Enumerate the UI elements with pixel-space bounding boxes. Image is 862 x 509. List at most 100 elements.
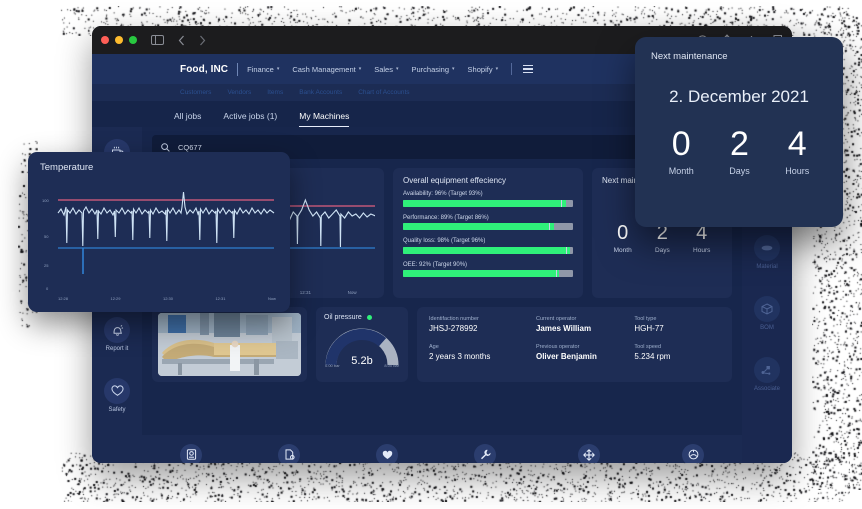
- popup-countdown-month-value: 0: [669, 127, 694, 161]
- nav-item-shopify-label: Shopify: [468, 65, 493, 74]
- oee-quality-loss-label: Quality loss: 98% (Target 96%): [403, 238, 573, 244]
- countdown-days-label: Days: [655, 247, 670, 254]
- register-heart-icon: [376, 444, 398, 464]
- action-request-wrench[interactable]: Request: [474, 444, 496, 464]
- screenshot-root: Food, INC Finance ▾ Cash Management ▾ Sa…: [0, 0, 862, 509]
- temp-xtick-4: Now: [268, 296, 276, 301]
- oee-performance-label: Performance: 89% (Target 86%): [403, 215, 573, 221]
- popup-countdown-hours-value: 4: [785, 127, 809, 161]
- subnav-item-chart-of-accounts[interactable]: Chart of Accounts: [358, 89, 409, 96]
- nav-item-sales[interactable]: Sales ▾: [374, 65, 398, 74]
- oil-pressure-min-label: 0.00 bar: [325, 363, 340, 368]
- machine-info-card: Identifaction number JHSJ-278992 Current…: [417, 307, 732, 382]
- oee-availability-bar: [403, 200, 573, 207]
- action-setup[interactable]: Setup: [682, 444, 704, 464]
- sidebar-item-bom[interactable]: BOM: [754, 296, 780, 331]
- oee-overall-label: OEE: 92% (Target 90%): [403, 262, 573, 268]
- sidebar-item-associate-label: Associate: [754, 386, 780, 392]
- subnav-item-customers[interactable]: Customers: [180, 89, 211, 96]
- oee-card: Overall equipment effeciency Availabilit…: [393, 168, 583, 298]
- associate-icon: [754, 357, 780, 383]
- action-machine[interactable]: Machine: [180, 444, 203, 464]
- popup-countdown: 0 Month 2 Days 4 Hours: [651, 127, 827, 176]
- brand-logo[interactable]: Food, INC: [180, 64, 228, 75]
- setup-icon: [682, 444, 704, 464]
- chevron-down-icon: ▾: [496, 66, 499, 72]
- info-tool-speed-key: Tool speed: [634, 344, 720, 350]
- info-age-key: Age: [429, 344, 536, 350]
- sidebar-icon[interactable]: [151, 35, 164, 45]
- back-icon[interactable]: [178, 35, 185, 46]
- temperature-chart-title: Temperature: [40, 162, 278, 173]
- maximize-window-button[interactable]: [129, 36, 137, 44]
- machine-photo-card[interactable]: [152, 307, 307, 382]
- countdown-month-label: Month: [614, 247, 632, 254]
- nav-divider: [511, 63, 512, 75]
- chevron-down-icon: ▾: [277, 66, 280, 72]
- popup-countdown-hours-label: Hours: [785, 166, 809, 176]
- forward-icon[interactable]: [199, 35, 206, 46]
- tab-my-machines[interactable]: My Machines: [299, 111, 349, 127]
- wrench-icon: [474, 444, 496, 464]
- nav-item-sales-label: Sales: [374, 65, 393, 74]
- ytick-50: 50: [44, 234, 49, 239]
- countdown-month: 0 Month: [614, 223, 632, 254]
- sidebar-item-safety[interactable]: Safety: [104, 378, 130, 413]
- popup-countdown-days: 2 Days: [729, 127, 750, 176]
- hamburger-icon[interactable]: [523, 65, 533, 73]
- info-current-operator-value: James William: [536, 324, 634, 333]
- oee-quality-loss-bar: [403, 247, 573, 254]
- action-bar: Machine Request Register: [142, 435, 742, 463]
- nav-item-cash-management[interactable]: Cash Management ▾: [292, 65, 361, 74]
- info-current-operator-key: Current operator: [536, 316, 634, 322]
- sidebar-item-associate[interactable]: Associate: [754, 357, 780, 392]
- sidebar-item-material-label: Material: [756, 264, 777, 270]
- chart2-xtick-1: Now: [348, 290, 357, 295]
- tab-all-jobs[interactable]: All jobs: [174, 111, 201, 127]
- ytick-100: 100: [42, 198, 49, 203]
- info-tool-type-value: HGH-77: [634, 324, 720, 333]
- oee-overall-bar: [403, 270, 573, 277]
- nav-item-finance[interactable]: Finance ▾: [247, 65, 279, 74]
- popup-countdown-month-label: Month: [669, 166, 694, 176]
- sidebar-item-report-it[interactable]: Report it: [104, 317, 130, 352]
- subnav-item-vendors[interactable]: Vendors: [227, 89, 251, 96]
- info-identification-number-value: JHSJ-278992: [429, 324, 536, 333]
- heart-icon: [104, 378, 130, 404]
- sidebar-item-bom-label: BOM: [760, 325, 774, 331]
- action-troubleshoot[interactable]: Troubleshoot: [572, 444, 607, 464]
- machine-photo: [158, 313, 301, 376]
- status-badge: [367, 315, 372, 320]
- ytick-0: 0: [46, 286, 49, 291]
- troubleshoot-icon: [578, 444, 600, 464]
- brand-divider: [237, 63, 238, 76]
- ytick-25: 25: [44, 263, 49, 268]
- tab-active-jobs[interactable]: Active jobs (1): [223, 111, 277, 127]
- request-doc-icon: [278, 444, 300, 464]
- sidebar-item-material[interactable]: Material: [754, 235, 780, 270]
- box-icon: [754, 296, 780, 322]
- subnav-item-items[interactable]: Items: [267, 89, 283, 96]
- material-icon: [754, 235, 780, 261]
- search-icon: [161, 143, 170, 152]
- oil-pressure-card: Oil pressure 5.2b 0.00 bar 8.00 bar: [316, 307, 408, 382]
- nav-item-purchasing[interactable]: Purchasing ▾: [412, 65, 455, 74]
- close-window-button[interactable]: [101, 36, 109, 44]
- info-tool-speed-value: 5.234 rpm: [634, 352, 720, 361]
- popup-countdown-days-label: Days: [729, 166, 750, 176]
- nav-item-shopify[interactable]: Shopify ▾: [468, 65, 499, 74]
- info-age: Age 2 years 3 months: [429, 344, 536, 361]
- countdown-days: 2 Days: [655, 223, 670, 254]
- window-controls[interactable]: [101, 36, 137, 44]
- subnav-item-bank-accounts[interactable]: Bank Accounts: [299, 89, 342, 96]
- machine-icon: [180, 444, 202, 464]
- dashboard-bottom-row: Oil pressure 5.2b 0.00 bar 8.00 bar Iden…: [152, 307, 732, 382]
- action-request-doc[interactable]: Request: [278, 444, 300, 464]
- oee-availability-label: Availability: 96% (Target 93%): [403, 191, 573, 197]
- temp-xtick-0: 12:28: [58, 296, 68, 301]
- action-register[interactable]: Register: [376, 444, 398, 464]
- minimize-window-button[interactable]: [115, 36, 123, 44]
- nav-item-purchasing-label: Purchasing: [412, 65, 450, 74]
- temp-xtick-2: 12:30: [163, 296, 173, 301]
- info-previous-operator: Previous operator Oliver Benjamin: [536, 344, 634, 361]
